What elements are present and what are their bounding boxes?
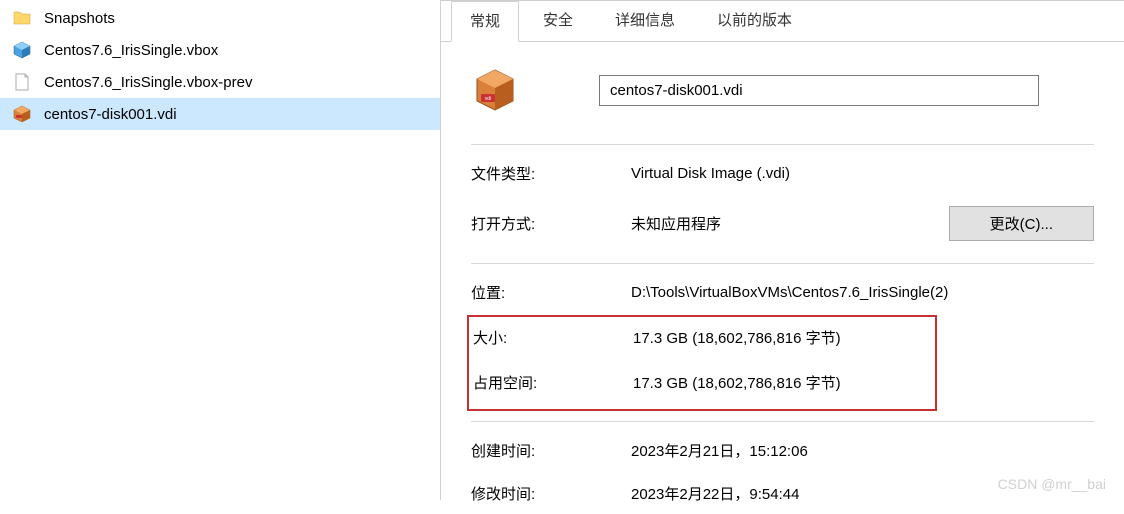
created-value: 2023年2月21日，15:12:06 bbox=[631, 440, 1094, 461]
disk-size-label: 占用空间: bbox=[473, 372, 633, 393]
vdi-icon bbox=[12, 104, 32, 124]
file-type-label: 文件类型: bbox=[471, 163, 631, 184]
file-item-snapshots[interactable]: Snapshots bbox=[0, 2, 440, 34]
file-item-vdi[interactable]: centos7-disk001.vdi bbox=[0, 98, 440, 130]
divider bbox=[471, 263, 1094, 264]
divider bbox=[471, 144, 1094, 145]
file-name-input[interactable] bbox=[599, 75, 1039, 106]
tab-content-general: vdi 文件类型: Virtual Disk Image (.vdi) 打开方式… bbox=[441, 42, 1124, 514]
file-name-label: centos7-disk001.vdi bbox=[44, 106, 177, 123]
file-item-vbox[interactable]: Centos7.6_IrisSingle.vbox bbox=[0, 34, 440, 66]
tab-details[interactable]: 详细信息 bbox=[597, 1, 693, 41]
folder-icon bbox=[12, 8, 32, 28]
file-name-label: Centos7.6_IrisSingle.vbox-prev bbox=[44, 74, 252, 91]
open-with-label: 打开方式: bbox=[471, 213, 631, 234]
vbox-icon bbox=[12, 40, 32, 60]
file-type-value: Virtual Disk Image (.vdi) bbox=[631, 165, 1094, 182]
file-name-label: Centos7.6_IrisSingle.vbox bbox=[44, 42, 218, 59]
change-button[interactable]: 更改(C)... bbox=[949, 206, 1094, 241]
size-value: 17.3 GB (18,602,786,816 字节) bbox=[633, 327, 935, 348]
svg-text:vdi: vdi bbox=[485, 96, 491, 102]
size-label: 大小: bbox=[473, 327, 633, 348]
watermark: CSDN @mr__bai bbox=[998, 476, 1106, 492]
location-label: 位置: bbox=[471, 282, 631, 303]
tab-security[interactable]: 安全 bbox=[525, 1, 591, 41]
tab-general[interactable]: 常规 bbox=[451, 1, 519, 42]
open-with-value: 未知应用程序 bbox=[631, 213, 899, 234]
location-value: D:\Tools\VirtualBoxVMs\Centos7.6_IrisSin… bbox=[631, 284, 1094, 301]
divider bbox=[471, 421, 1094, 422]
properties-panel: 常规 安全 详细信息 以前的版本 vdi bbox=[440, 0, 1124, 500]
disk-size-value: 17.3 GB (18,602,786,816 字节) bbox=[633, 372, 935, 393]
created-label: 创建时间: bbox=[471, 440, 631, 461]
modified-label: 修改时间: bbox=[471, 483, 631, 504]
size-highlight-box: 大小: 17.3 GB (18,602,786,816 字节) 占用空间: 17… bbox=[467, 315, 937, 411]
file-name-label: Snapshots bbox=[44, 10, 115, 27]
file-icon bbox=[12, 72, 32, 92]
file-list-panel: Snapshots Centos7.6_IrisSingle.vbox Cent… bbox=[0, 0, 440, 500]
vdi-large-icon: vdi bbox=[471, 66, 519, 114]
tab-previous-versions[interactable]: 以前的版本 bbox=[699, 1, 810, 41]
tabs-bar: 常规 安全 详细信息 以前的版本 bbox=[441, 1, 1124, 42]
file-item-vbox-prev[interactable]: Centos7.6_IrisSingle.vbox-prev bbox=[0, 66, 440, 98]
